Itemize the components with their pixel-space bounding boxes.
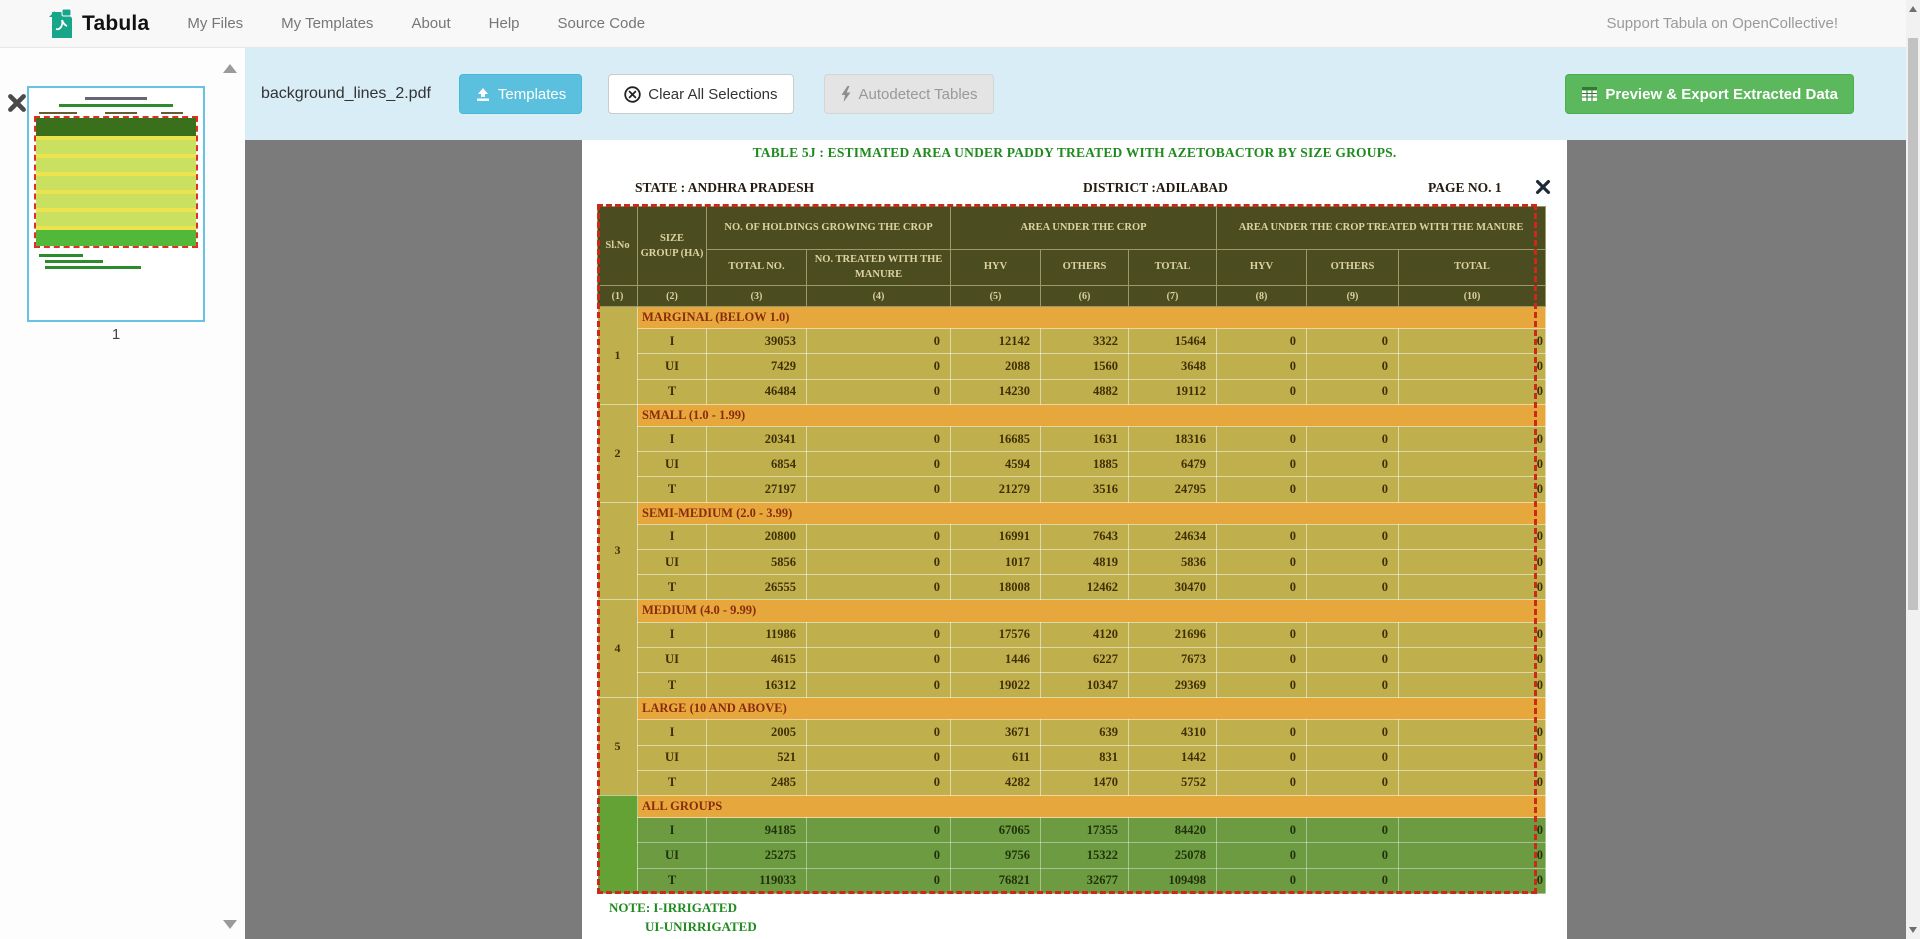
sidebar-scroll-up-icon[interactable]	[223, 64, 237, 73]
main-menu: My Files My Templates About Help Source …	[187, 15, 645, 32]
export-button[interactable]: Preview & Export Extracted Data	[1565, 74, 1854, 114]
toolbar: background_lines_2.pdf Templates Clear A…	[245, 48, 1906, 140]
current-filename: background_lines_2.pdf	[261, 85, 431, 103]
menu-about[interactable]: About	[411, 15, 450, 32]
autodetect-tables-button[interactable]: Autodetect Tables	[824, 74, 994, 114]
clear-selections-button[interactable]: Clear All Selections	[608, 74, 793, 114]
doc-note-line-1: NOTE: I-IRRIGATED	[609, 900, 737, 916]
sidebar-scroll-down-icon[interactable]	[223, 920, 237, 929]
lightning-bolt-icon	[840, 86, 852, 102]
window-scrollbar[interactable]	[1906, 0, 1920, 939]
doc-state: STATE : ANDHRA PRADESH	[635, 180, 814, 196]
menu-source-code[interactable]: Source Code	[558, 15, 646, 32]
doc-title: TABLE 5J : ESTIMATED AREA UNDER PADDY TR…	[582, 145, 1567, 161]
selection-close-button[interactable]	[1534, 178, 1552, 196]
thumb-table	[36, 118, 196, 246]
document-viewer: TABLE 5J : ESTIMATED AREA UNDER PADDY TR…	[245, 140, 1906, 939]
pdf-page[interactable]: TABLE 5J : ESTIMATED AREA UNDER PADDY TR…	[582, 140, 1567, 939]
menu-my-files[interactable]: My Files	[187, 15, 243, 32]
navbar: Tabula My Files My Templates About Help …	[0, 0, 1920, 48]
thumb-subtitle-line	[59, 104, 173, 107]
sidebar-thumbnails: 1	[0, 48, 245, 939]
thumbnail-page-number: 1	[27, 326, 205, 343]
upload-icon	[475, 87, 491, 102]
doc-note-line-2: UI-UNIRRIGATED	[645, 919, 757, 935]
thumb-note-line	[45, 260, 103, 263]
doc-district: DISTRICT :ADILABAD	[1083, 180, 1228, 196]
scrollbar-down-icon[interactable]	[1909, 927, 1917, 933]
support-link[interactable]: Support Tabula on OpenCollective!	[1606, 15, 1838, 32]
spreadsheet-icon	[1581, 86, 1598, 102]
brand[interactable]: Tabula	[46, 7, 149, 41]
thumb-title-line	[85, 97, 147, 100]
table-selection-overlay[interactable]	[597, 204, 1537, 894]
page-thumbnail[interactable]	[27, 86, 205, 322]
circled-x-icon	[624, 86, 641, 103]
thumb-meta-line	[39, 112, 77, 114]
menu-help[interactable]: Help	[489, 15, 520, 32]
thumb-meta-line	[161, 112, 183, 114]
tabula-logo-icon	[46, 7, 74, 41]
thumb-note-line	[39, 254, 83, 257]
scrollbar-thumb[interactable]	[1908, 38, 1918, 610]
brand-title: Tabula	[82, 12, 149, 36]
thumb-note-line	[45, 266, 141, 269]
scrollbar-up-icon[interactable]	[1909, 6, 1917, 12]
templates-button[interactable]: Templates	[459, 74, 582, 114]
thumb-meta-line	[105, 112, 137, 114]
menu-my-templates[interactable]: My Templates	[281, 15, 373, 32]
doc-page-no: PAGE NO. 1	[1428, 180, 1502, 196]
remove-file-button[interactable]	[6, 92, 28, 114]
